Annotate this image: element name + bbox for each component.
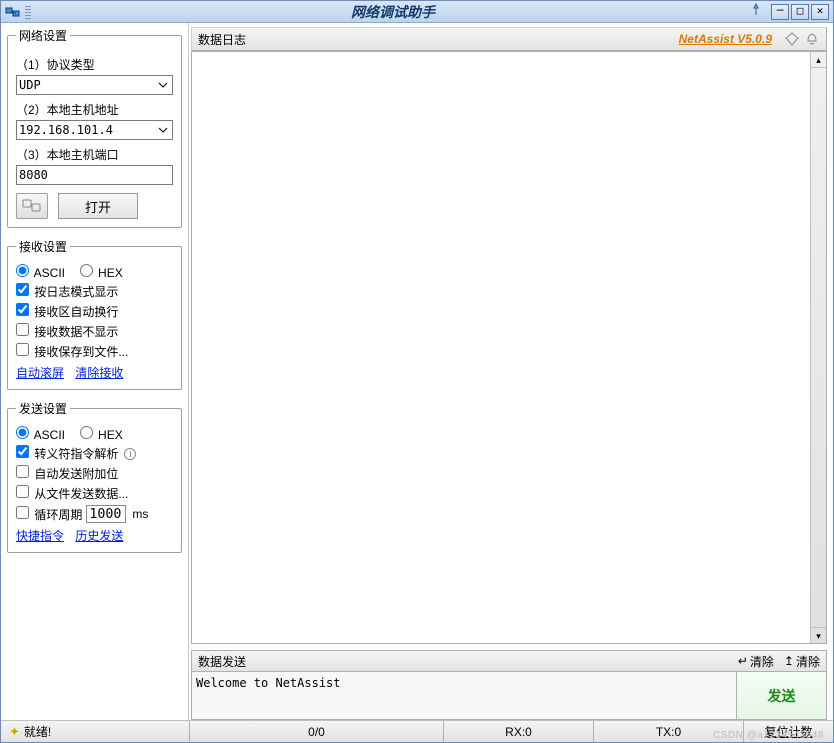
status-bar: ✦ 就绪! 0/0 RX:0 TX:0 复位计数 — [1, 720, 833, 742]
log-scrollbar[interactable]: ▴ ▾ — [810, 52, 826, 643]
port-label: （3）本地主机端口 — [16, 146, 173, 163]
arrow-down-left-icon: ↵ — [738, 654, 748, 668]
port-input[interactable] — [16, 165, 173, 185]
quick-cmd-link[interactable]: 快捷指令 — [16, 529, 64, 543]
send-append-check[interactable]: 自动发送附加位 — [16, 465, 118, 482]
clear-right-button[interactable]: ↥清除 — [784, 653, 820, 670]
version-link[interactable]: NetAssist V5.0.9 — [679, 32, 772, 46]
recv-legend: 接收设置 — [16, 238, 70, 255]
log-area[interactable]: ▴ ▾ — [191, 51, 827, 644]
recv-settings-group: 接收设置 ASCII HEX 按日志模式显示 接收区自动换行 接收数据不显示 接… — [7, 238, 182, 390]
info-icon[interactable]: i — [124, 448, 136, 460]
recv-hex-radio[interactable]: HEX — [80, 264, 123, 280]
send-header: 数据发送 ↵清除 ↥清除 — [191, 650, 827, 672]
status-ready: 就绪! — [24, 723, 51, 740]
link-icon-button[interactable] — [16, 193, 48, 219]
network-legend: 网络设置 — [16, 27, 70, 44]
cycle-input[interactable] — [86, 505, 126, 523]
scroll-up-icon[interactable]: ▴ — [811, 52, 826, 68]
send-textarea[interactable] — [191, 672, 737, 720]
send-file-check[interactable]: 从文件发送数据... — [16, 485, 128, 502]
grip-icon — [25, 5, 31, 19]
minimize-button[interactable]: ─ — [771, 4, 789, 20]
send-cycle-check[interactable]: 循环周期 — [16, 506, 82, 523]
send-escape-check[interactable]: 转义符指令解析 — [16, 445, 118, 462]
recv-ascii-radio[interactable]: ASCII — [16, 264, 65, 280]
log-header: 数据日志 NetAssist V5.0.9 — [191, 27, 827, 51]
left-panel: 网络设置 （1）协议类型 UDP （2）本地主机地址 192.168.101.4… — [1, 23, 189, 720]
cycle-unit: ms — [132, 507, 148, 521]
network-settings-group: 网络设置 （1）协议类型 UDP （2）本地主机地址 192.168.101.4… — [7, 27, 182, 228]
app-icon — [5, 4, 21, 20]
recv-hide-check[interactable]: 接收数据不显示 — [16, 323, 118, 340]
send-ascii-radio[interactable]: ASCII — [16, 426, 65, 442]
send-legend: 发送设置 — [16, 400, 70, 417]
send-hex-radio[interactable]: HEX — [80, 426, 123, 442]
host-select[interactable]: 192.168.101.4 — [16, 120, 173, 140]
status-rx: RX:0 — [443, 721, 593, 742]
watermark: CSDN @a1234543548 — [713, 730, 824, 741]
maximize-button[interactable]: □ — [791, 4, 809, 20]
close-button[interactable]: ✕ — [811, 4, 829, 20]
recv-wrap-check[interactable]: 接收区自动换行 — [16, 303, 118, 320]
history-link[interactable]: 历史发送 — [75, 529, 123, 543]
titlebar: 网络调试助手 ─ □ ✕ — [1, 1, 833, 23]
arrow-up-icon: ↥ — [784, 654, 794, 668]
right-panel: 数据日志 NetAssist V5.0.9 ▴ ▾ 数据发送 ↵清除 ↥清除 发… — [189, 23, 833, 720]
status-counter: 0/0 — [189, 721, 443, 742]
protocol-label: （1）协议类型 — [16, 56, 173, 73]
auto-scroll-link[interactable]: 自动滚屏 — [16, 366, 64, 380]
send-settings-group: 发送设置 ASCII HEX 转义符指令解析 i 自动发送附加位 从文件发送数据.… — [7, 400, 182, 553]
recv-save-check[interactable]: 接收保存到文件... — [16, 343, 128, 360]
window-title: 网络调试助手 — [37, 2, 749, 22]
diamond-icon[interactable] — [784, 31, 800, 47]
clear-recv-link[interactable]: 清除接收 — [75, 366, 123, 380]
protocol-select[interactable]: UDP — [16, 75, 173, 95]
open-button[interactable]: 打开 — [58, 193, 138, 219]
bell-icon[interactable] — [804, 31, 820, 47]
recv-log-check[interactable]: 按日志模式显示 — [16, 283, 118, 300]
host-label: （2）本地主机地址 — [16, 101, 173, 118]
send-label: 数据发送 — [198, 653, 246, 670]
wand-icon: ✦ — [9, 724, 20, 740]
pin-icon[interactable] — [749, 3, 763, 20]
log-label: 数据日志 — [198, 31, 246, 48]
send-button[interactable]: 发送 — [737, 672, 827, 720]
scroll-down-icon[interactable]: ▾ — [811, 627, 826, 643]
clear-left-button[interactable]: ↵清除 — [738, 653, 774, 670]
